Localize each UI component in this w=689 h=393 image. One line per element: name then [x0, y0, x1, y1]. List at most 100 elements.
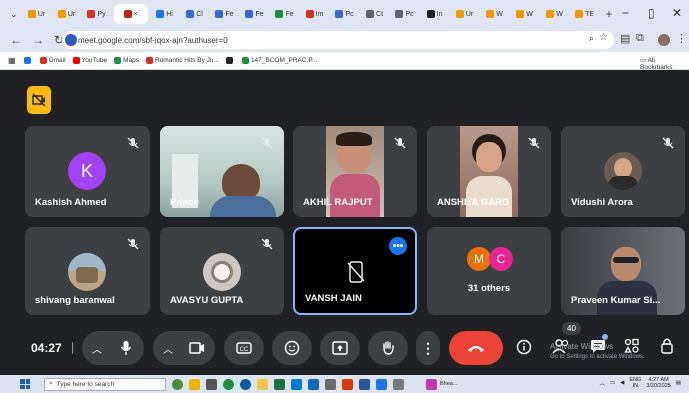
- bookmark-item[interactable]: Maps: [114, 57, 139, 64]
- participant-tile[interactable]: AKHIL RAJPUT: [293, 126, 417, 217]
- language-indicator[interactable]: ENG IN: [629, 377, 641, 389]
- browser-tab[interactable]: W: [512, 4, 538, 24]
- browser-tab[interactable]: Py: [84, 4, 110, 24]
- tray-chevron-icon[interactable]: ︿: [599, 379, 605, 387]
- leave-call-button[interactable]: [449, 331, 503, 365]
- browser-tab[interactable]: W: [482, 4, 508, 24]
- participant-tile[interactable]: Prince: [160, 126, 284, 217]
- tab-search-icon[interactable]: ⌄: [10, 9, 18, 20]
- tab-favicon-icon: [575, 10, 584, 18]
- bookmark-item[interactable]: YouTube: [72, 57, 107, 64]
- widgets-icon[interactable]: [189, 378, 200, 390]
- participant-tile[interactable]: AVASYU GUPTA: [160, 227, 284, 315]
- file-explorer-icon[interactable]: [257, 378, 268, 390]
- browser-tab[interactable]: Im: [302, 4, 328, 24]
- store-icon[interactable]: [291, 378, 302, 390]
- media-icon[interactable]: ▤: [620, 32, 630, 45]
- participant-name: VANSH JAIN: [305, 293, 362, 304]
- profile-avatar[interactable]: [658, 34, 670, 46]
- volume-icon[interactable]: ◀: [620, 380, 624, 386]
- all-bookmarks[interactable]: ▭ All Bookmarks: [640, 56, 689, 71]
- reactions-button[interactable]: [272, 331, 312, 365]
- minimize-button[interactable]: −: [622, 6, 629, 20]
- back-icon[interactable]: ←: [10, 33, 22, 47]
- mic-button[interactable]: [120, 340, 132, 356]
- host-controls-icon[interactable]: [660, 337, 674, 354]
- browser-tab[interactable]: Hi: [152, 4, 178, 24]
- avatar-building: [76, 267, 98, 283]
- bookmark-item[interactable]: 147_BCOM_PRAC.P...: [241, 57, 317, 64]
- menu-icon[interactable]: ⋮: [676, 32, 687, 45]
- outlook-icon[interactable]: [308, 378, 319, 390]
- address-bar[interactable]: meet.google.com/sbf-iqox-ajn?authuser=0 …: [62, 31, 614, 49]
- browser-tab[interactable]: Cl: [182, 4, 208, 24]
- browser-tab[interactable]: ×: [113, 4, 148, 24]
- network-icon[interactable]: ▭: [610, 380, 615, 386]
- excel-icon[interactable]: [274, 378, 285, 390]
- participant-tile[interactable]: K Kashish Ahmed: [25, 126, 150, 217]
- photos-icon[interactable]: [376, 378, 387, 390]
- site-info-icon[interactable]: [65, 34, 77, 46]
- browser-tab[interactable]: TE: [572, 4, 598, 24]
- participant-tile[interactable]: shivang baranwal: [25, 227, 150, 315]
- zoom-icon[interactable]: ⌕: [589, 33, 594, 44]
- bookmark-item[interactable]: [225, 57, 235, 64]
- participant-tile[interactable]: ANSHITA GARG: [427, 126, 551, 217]
- chrome-icon[interactable]: [223, 378, 234, 390]
- powerpoint-icon[interactable]: [342, 378, 353, 390]
- browser-tab[interactable]: Ur: [54, 4, 80, 24]
- apps-icon[interactable]: ▦: [8, 56, 16, 65]
- more-options-button[interactable]: ⋮: [416, 331, 440, 365]
- avatar: [203, 253, 241, 291]
- browser-tab[interactable]: Pc: [332, 4, 358, 24]
- others-tile[interactable]: M C 31 others: [427, 227, 551, 315]
- running-app-label[interactable]: Bhea...: [440, 381, 457, 387]
- browser-tab[interactable]: Fe: [212, 4, 238, 24]
- tab-favicon-icon: [57, 10, 66, 18]
- browser-tab[interactable]: In: [422, 4, 448, 24]
- clock[interactable]: 4:27 AM 3/20/2025: [646, 377, 670, 389]
- browser-tab[interactable]: Ur: [24, 4, 50, 24]
- weather-icon[interactable]: [172, 378, 183, 390]
- bookmark-star-icon[interactable]: ☆: [599, 32, 608, 43]
- taskbar-search[interactable]: ⌕ Type here to search: [44, 377, 166, 391]
- hand-raise-badge[interactable]: [27, 86, 51, 114]
- windows-taskbar: ⌕ Type here to search Bhea... ︿ ▭ ◀ ENG I…: [0, 375, 689, 393]
- maximize-button[interactable]: ▯: [648, 6, 655, 20]
- browser-tab[interactable]: Ct: [362, 4, 388, 24]
- audio-options-chevron-icon[interactable]: ︿: [92, 341, 102, 356]
- emoji-icon: [284, 340, 300, 356]
- browser-tab[interactable]: Fe: [272, 4, 298, 24]
- camera-button[interactable]: [189, 342, 205, 354]
- participant-name: shivang baranwal: [35, 295, 115, 306]
- more-options-button[interactable]: •••: [389, 237, 407, 255]
- present-button[interactable]: [320, 331, 360, 365]
- browser-tab[interactable]: Ur: [452, 4, 478, 24]
- extensions-icon[interactable]: ⧉: [636, 32, 644, 45]
- captions-button[interactable]: CC: [224, 331, 264, 365]
- raise-hand-button[interactable]: [368, 331, 408, 365]
- bookmark-item[interactable]: [23, 57, 33, 64]
- app-icon[interactable]: [325, 378, 336, 390]
- tab-favicon-icon: [215, 10, 224, 18]
- participant-tile[interactable]: Vidushi Arora: [561, 126, 685, 217]
- participant-tile-self[interactable]: ••• VANSH JAIN: [293, 227, 417, 315]
- video-options-chevron-icon[interactable]: ︿: [163, 341, 173, 356]
- new-tab-button[interactable]: +: [606, 7, 613, 21]
- bookmark-item[interactable]: Romantic Hits By Ju...: [146, 57, 219, 64]
- forward-icon[interactable]: →: [32, 33, 44, 47]
- start-button[interactable]: [20, 379, 30, 389]
- running-app-icon[interactable]: [426, 378, 437, 390]
- notifications-icon[interactable]: ▤: [676, 380, 681, 386]
- bookmark-item[interactable]: Gmail: [39, 57, 66, 64]
- meeting-details-icon[interactable]: [516, 339, 532, 355]
- settings-icon[interactable]: [393, 378, 404, 390]
- browser-tab[interactable]: Fe: [242, 4, 268, 24]
- browser-tab[interactable]: Pc: [392, 4, 418, 24]
- edge-icon[interactable]: [240, 378, 251, 390]
- task-view-icon[interactable]: [206, 378, 217, 390]
- close-window-button[interactable]: ✕: [672, 6, 682, 20]
- word-icon[interactable]: [359, 378, 370, 390]
- participant-tile[interactable]: Praveen Kumar Si...: [561, 227, 685, 315]
- browser-tab[interactable]: W: [542, 4, 568, 24]
